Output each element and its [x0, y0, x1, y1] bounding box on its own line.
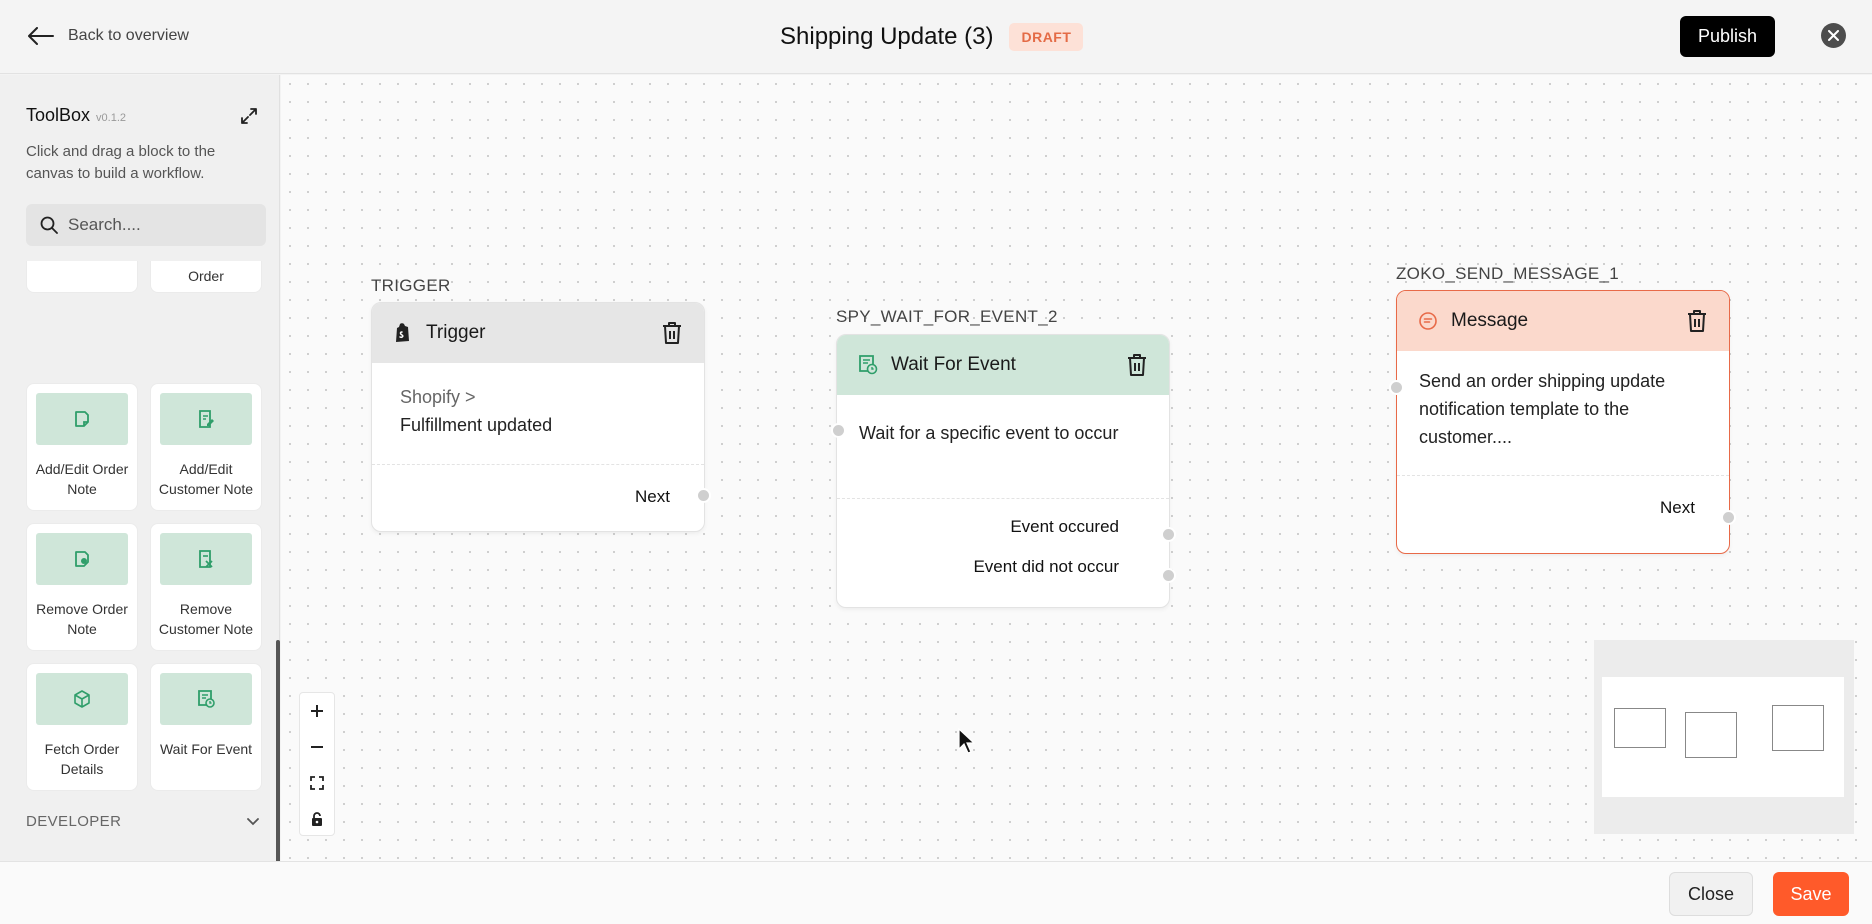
message-icon — [1419, 312, 1437, 330]
message-node-title: Message — [1451, 310, 1529, 331]
trigger-node-title: Trigger — [426, 322, 486, 343]
wait-node-title: Wait For Event — [891, 354, 1016, 375]
wait-output-occurred: Event occured — [1010, 517, 1119, 536]
bottom-footer: Close Save — [0, 861, 1872, 924]
toolbox-search[interactable] — [26, 204, 266, 246]
zoom-in-button[interactable] — [300, 693, 334, 729]
message-node[interactable]: Message Send an order shipping update no… — [1396, 290, 1730, 554]
trigger-node-body: Shopify > Fulfillment updated — [372, 363, 704, 464]
node-divider — [837, 498, 1169, 499]
toolbox-description: Click and drag a block to the canvas to … — [26, 143, 216, 182]
node-divider — [1397, 475, 1729, 476]
mouse-cursor-icon — [958, 728, 976, 754]
back-to-overview-link[interactable]: Back to overview — [28, 22, 189, 50]
save-button[interactable]: Save — [1773, 872, 1849, 916]
close-button[interactable]: Close — [1669, 872, 1753, 916]
customer-note-remove-icon — [160, 533, 252, 585]
trigger-node[interactable]: Trigger Shopify > Fulfillment updated Ne… — [371, 302, 705, 532]
message-description: Send an order shipping update notificati… — [1419, 371, 1666, 447]
arrow-left-icon — [28, 27, 54, 45]
node-id-message: ZOKO_SEND_MESSAGE_1 — [1396, 264, 1619, 283]
wait-output-port-occurred[interactable] — [1161, 527, 1176, 542]
search-input[interactable] — [68, 215, 258, 235]
note-remove-icon — [36, 533, 128, 585]
trash-icon[interactable] — [1125, 352, 1149, 378]
toolbox-block-partial-2[interactable]: Order — [150, 261, 262, 293]
toolbox-block-wait-for-event[interactable]: Wait For Event — [150, 663, 262, 791]
box-icon — [36, 673, 128, 725]
close-editor-button[interactable] — [1821, 23, 1846, 48]
chevron-down-icon — [247, 817, 259, 825]
note-edit-icon — [160, 393, 252, 445]
toolbox-block-remove-customer-note[interactable]: Remove Customer Note — [150, 523, 262, 651]
workflow-editor: Back to overview Shipping Update (3) DRA… — [0, 0, 1872, 924]
message-output-next: Next — [1660, 498, 1695, 517]
minimap-node — [1772, 705, 1824, 751]
trigger-node-header[interactable]: Trigger — [372, 303, 704, 363]
wait-output-not-occurred: Event did not occur — [973, 557, 1119, 576]
node-id-wait: SPY_WAIT_FOR_EVENT_2 — [836, 307, 1058, 326]
wait-input-port[interactable] — [831, 423, 846, 438]
wait-for-event-node[interactable]: Wait For Event Wait for a specific event… — [836, 334, 1170, 608]
title-group: Shipping Update (3) DRAFT — [780, 20, 1084, 54]
trigger-event: Fulfillment updated — [400, 415, 553, 435]
trigger-output-port[interactable] — [696, 488, 711, 503]
developer-label: DEVELOPER — [26, 813, 122, 830]
message-output-port[interactable] — [1721, 510, 1736, 525]
note-add-icon — [36, 393, 128, 445]
minimap-node — [1685, 712, 1737, 758]
toolbox-title: ToolBox v0.1.2 — [26, 105, 126, 126]
top-header: Back to overview Shipping Update (3) DRA… — [0, 0, 1872, 74]
node-divider — [372, 464, 704, 465]
trash-icon[interactable] — [1685, 308, 1709, 334]
shopify-icon — [396, 323, 409, 342]
fit-view-icon — [310, 776, 324, 790]
zoom-out-button[interactable] — [300, 729, 334, 765]
trigger-output-next: Next — [635, 487, 670, 506]
plus-icon — [311, 705, 323, 717]
node-id-trigger: TRIGGER — [371, 276, 451, 295]
wait-output-port-not-occurred[interactable] — [1161, 568, 1176, 583]
publish-button[interactable]: Publish — [1680, 16, 1775, 57]
trigger-source: Shopify > — [400, 387, 476, 407]
status-badge: DRAFT — [1009, 23, 1084, 51]
search-icon — [40, 216, 58, 234]
toolbox-sidebar: ToolBox v0.1.2 Click and drag a block to… — [0, 75, 280, 866]
toolbox-block-fetch-order-details[interactable]: Fetch Order Details — [26, 663, 138, 791]
message-input-port[interactable] — [1389, 380, 1404, 395]
page-title: Shipping Update (3) — [780, 23, 994, 50]
toolbox-scrollbar[interactable] — [276, 640, 280, 866]
canvas-zoom-controls — [299, 692, 335, 836]
developer-section-toggle[interactable]: DEVELOPER — [26, 813, 260, 830]
wait-event-icon — [859, 355, 878, 375]
lock-canvas-button[interactable] — [300, 801, 334, 837]
expand-icon[interactable] — [240, 107, 258, 125]
close-icon — [1828, 30, 1839, 41]
wait-event-icon — [160, 673, 252, 725]
wait-node-body: Wait for a specific event to occur — [837, 395, 1169, 498]
toolbox-block-remove-order-note[interactable]: Remove Order Note — [26, 523, 138, 651]
message-node-body: Send an order shipping update notificati… — [1397, 351, 1729, 475]
lock-icon — [312, 812, 322, 826]
minimap-node — [1614, 708, 1666, 748]
toolbox-block-add-edit-customer-note[interactable]: Add/Edit Customer Note — [150, 383, 262, 511]
back-label: Back to overview — [68, 27, 189, 44]
message-node-header[interactable]: Message — [1397, 291, 1729, 351]
wait-description: Wait for a specific event to occur — [859, 423, 1119, 443]
toolbox-name: ToolBox — [26, 105, 91, 125]
canvas-minimap[interactable] — [1594, 640, 1854, 834]
minus-icon — [311, 746, 323, 748]
wait-node-header[interactable]: Wait For Event — [837, 335, 1169, 395]
toolbox-block-list: Order Add/Edit Order Note Add/Edit Custo… — [26, 261, 270, 851]
trash-icon[interactable] — [660, 320, 684, 346]
toolbox-block-partial-1[interactable] — [26, 261, 138, 293]
fit-view-button[interactable] — [300, 765, 334, 801]
toolbox-version: v0.1.2 — [96, 112, 127, 124]
toolbox-block-add-edit-order-note[interactable]: Add/Edit Order Note — [26, 383, 138, 511]
